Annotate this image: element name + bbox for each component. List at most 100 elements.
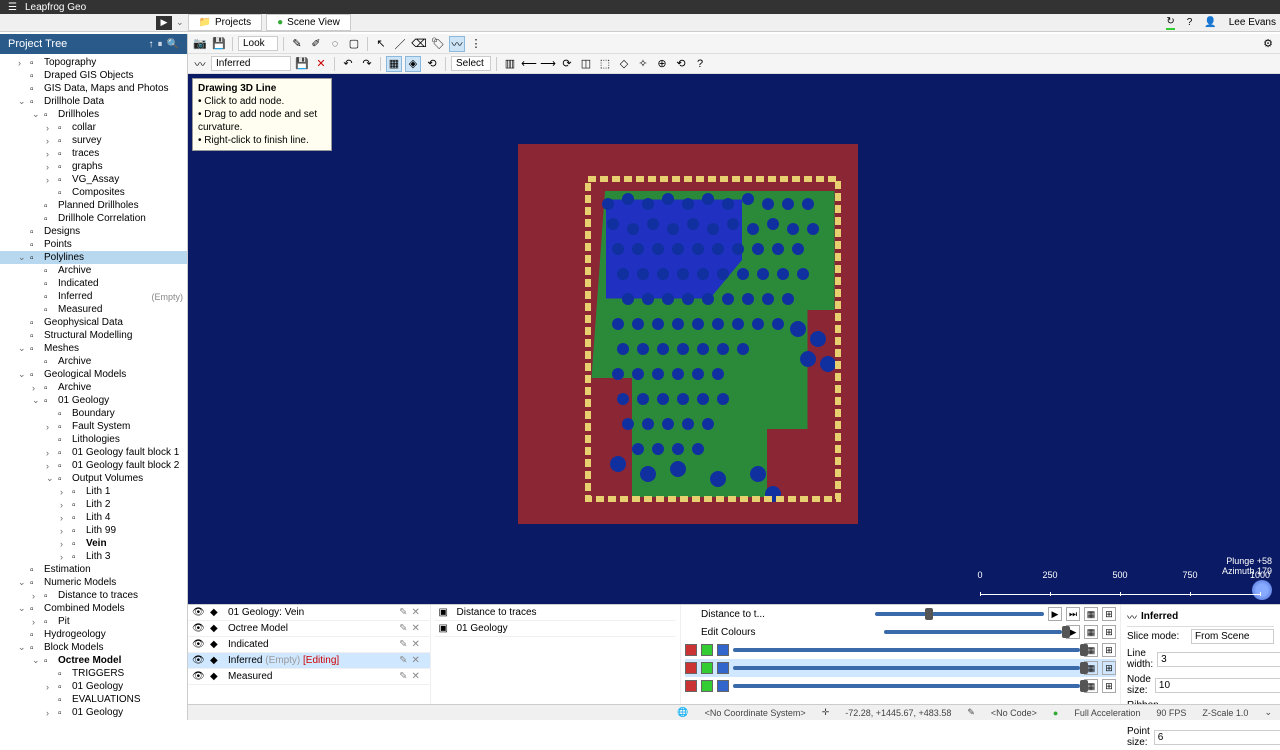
remove-layer-icon[interactable]: ✕ [412, 607, 426, 618]
tree-item[interactable]: ›▫01 Geology fault block 1 [0, 446, 187, 459]
tree-item[interactable]: ▫Hydrogeology [0, 628, 187, 641]
tree-item[interactable]: ⌄▫Numeric Models [0, 576, 187, 589]
more-icon[interactable]: ⋮ [468, 36, 484, 52]
tab-scene-view[interactable]: ● Scene View [266, 14, 351, 31]
pause-icon[interactable]: ⏸ [158, 39, 163, 50]
tree-item[interactable]: ›▫survey [0, 134, 187, 147]
tree-item[interactable]: ›▫Lith 2 [0, 498, 187, 511]
project-tree[interactable]: ›▫Topography▫Draped GIS Objects▫GIS Data… [0, 54, 187, 720]
tree-item[interactable]: ▫Points [0, 238, 187, 251]
tree-item[interactable]: ⌄▫Drillhole Data [0, 95, 187, 108]
draw2-tool-icon[interactable]: ✐ [308, 36, 324, 52]
tree-item[interactable]: ▫Inferred(Empty) [0, 290, 187, 303]
tree-item[interactable]: ▫Lithologies [0, 433, 187, 446]
slice-mode-select[interactable]: From Scene [1191, 629, 1274, 644]
remove-layer-icon[interactable]: ✕ [412, 639, 426, 650]
undo-icon[interactable]: ↶ [340, 56, 356, 72]
attribute-row[interactable]: ▣01 Geology [435, 621, 677, 637]
up-arrow-icon[interactable]: ↑ [149, 39, 154, 50]
tree-item[interactable]: ›▫Vein [0, 537, 187, 550]
scene-layer-row[interactable]: 👁◆Octree Model✎✕ [188, 621, 430, 637]
opacity-slider-0[interactable] [875, 612, 1045, 616]
tree-item[interactable]: ⌄▫Meshes [0, 342, 187, 355]
tree-item[interactable]: ›▫Archive [0, 381, 187, 394]
box-icon[interactable]: ▢ [346, 36, 362, 52]
eraser-icon[interactable]: ⌫ [411, 36, 427, 52]
tree-item[interactable]: ⌄▫Drillholes [0, 108, 187, 121]
tree-item[interactable]: ⌄▫01 Geology [0, 394, 187, 407]
grid-btn-0[interactable]: ▦ [1084, 607, 1098, 621]
t9-icon[interactable]: ⊕ [654, 56, 670, 72]
t1-icon[interactable]: ▥ [502, 56, 518, 72]
visibility-toggle[interactable]: 👁 [192, 671, 206, 682]
tree-item[interactable]: ▫Measured [0, 303, 187, 316]
mode1-icon[interactable]: ▦ [386, 56, 402, 72]
tree-item[interactable]: ›▫collar [0, 121, 187, 134]
select-dropdown[interactable]: Select [451, 56, 491, 71]
tree-item[interactable]: ⌄▫Octree Model [0, 654, 187, 667]
tree-item[interactable]: ⌄▫Block Models [0, 641, 187, 654]
node-size-input[interactable] [1155, 678, 1280, 693]
swatch-green-4[interactable] [701, 680, 713, 692]
tree-item[interactable]: ›▫01 Geology fault block 2 [0, 459, 187, 472]
swatch-green-3[interactable] [701, 662, 713, 674]
more-btn-4[interactable]: ⊞ [1102, 679, 1116, 693]
swatch-red-2[interactable] [685, 644, 697, 656]
point-size-input[interactable] [1154, 730, 1280, 745]
tree-item[interactable]: ▫Geophysical Data [0, 316, 187, 329]
tree-item[interactable]: ▫Archive [0, 264, 187, 277]
play-btn-0[interactable]: ▶ [1048, 607, 1062, 621]
delete-icon[interactable]: ✕ [313, 56, 329, 72]
tree-item[interactable]: ▫Composites [0, 186, 187, 199]
swatch-blue-3[interactable] [717, 662, 729, 674]
tree-item[interactable]: ▫Designs [0, 225, 187, 238]
edit-icon[interactable]: ✎ [399, 623, 407, 634]
opacity-slider-4[interactable] [733, 684, 1080, 688]
t7-icon[interactable]: ◇ [616, 56, 632, 72]
t6-icon[interactable]: ⬚ [597, 56, 613, 72]
polyline-tool-icon[interactable]: 〰 [449, 36, 465, 52]
draw-tool-icon[interactable]: ✎ [289, 36, 305, 52]
tree-item[interactable]: ▫Estimation [0, 563, 187, 576]
opacity-slider-1[interactable] [884, 630, 1063, 634]
skip-btn-0[interactable]: ⏭ [1066, 607, 1080, 621]
visibility-toggle[interactable]: 👁 [192, 623, 206, 634]
swatch-red-3[interactable] [685, 662, 697, 674]
tree-item[interactable]: ▫EVALUATIONS [0, 693, 187, 706]
tree-item[interactable]: ›▫01 Geology [0, 706, 187, 719]
more-btn-3[interactable]: ⊞ [1102, 661, 1116, 675]
attribute-row[interactable]: ▣Distance to traces [435, 605, 677, 621]
tree-item[interactable]: ›▫Lith 3 [0, 550, 187, 563]
tree-item[interactable]: ›▫Lith 99 [0, 524, 187, 537]
help-icon[interactable]: ? [1187, 17, 1193, 28]
mode3-icon[interactable]: ⟲ [424, 56, 440, 72]
scene-layer-list[interactable]: 👁◆01 Geology: Vein✎✕👁◆Octree Model✎✕👁◆In… [188, 605, 430, 704]
pencil-icon[interactable]: ／ [392, 36, 408, 52]
polyline-name-field[interactable] [211, 56, 291, 71]
scene-attribute-list[interactable]: ▣Distance to traces▣01 Geology [430, 605, 681, 704]
tree-item[interactable]: ⌄▫Geological Models [0, 368, 187, 381]
help-tool-icon[interactable]: ? [692, 56, 708, 72]
tree-item[interactable]: ›▫Lith 1 [0, 485, 187, 498]
redo-icon[interactable]: ↷ [359, 56, 375, 72]
swatch-blue-2[interactable] [717, 644, 729, 656]
tree-item[interactable]: ▫Boundary [0, 407, 187, 420]
visibility-toggle[interactable]: 👁 [192, 655, 206, 666]
remove-layer-icon[interactable]: ✕ [412, 623, 426, 634]
zscale-dropdown-icon[interactable]: ⌄ [1264, 707, 1272, 718]
tree-item[interactable]: ›▫Distance to traces [0, 589, 187, 602]
edit-icon[interactable]: ✎ [399, 607, 407, 618]
tab-projects[interactable]: 📁 Projects [188, 14, 263, 31]
tree-item[interactable]: ▫Structural Modelling [0, 329, 187, 342]
opacity-slider-3[interactable] [733, 666, 1080, 670]
menu-icon[interactable]: ☰ [8, 2, 17, 13]
t4-icon[interactable]: ⟳ [559, 56, 575, 72]
search-icon[interactable]: 🔍 [167, 39, 179, 50]
visibility-toggle[interactable]: 👁 [192, 639, 206, 650]
opacity-slider-2[interactable] [733, 648, 1080, 652]
user-icon[interactable]: 👤 [1204, 17, 1216, 28]
swatch-blue-4[interactable] [717, 680, 729, 692]
t2-icon[interactable]: ⟵ [521, 56, 537, 72]
tag-icon[interactable]: 🏷 [430, 36, 446, 52]
scene-layer-row[interactable]: 👁◆Inferred (Empty) [Editing]✎✕ [188, 653, 430, 669]
